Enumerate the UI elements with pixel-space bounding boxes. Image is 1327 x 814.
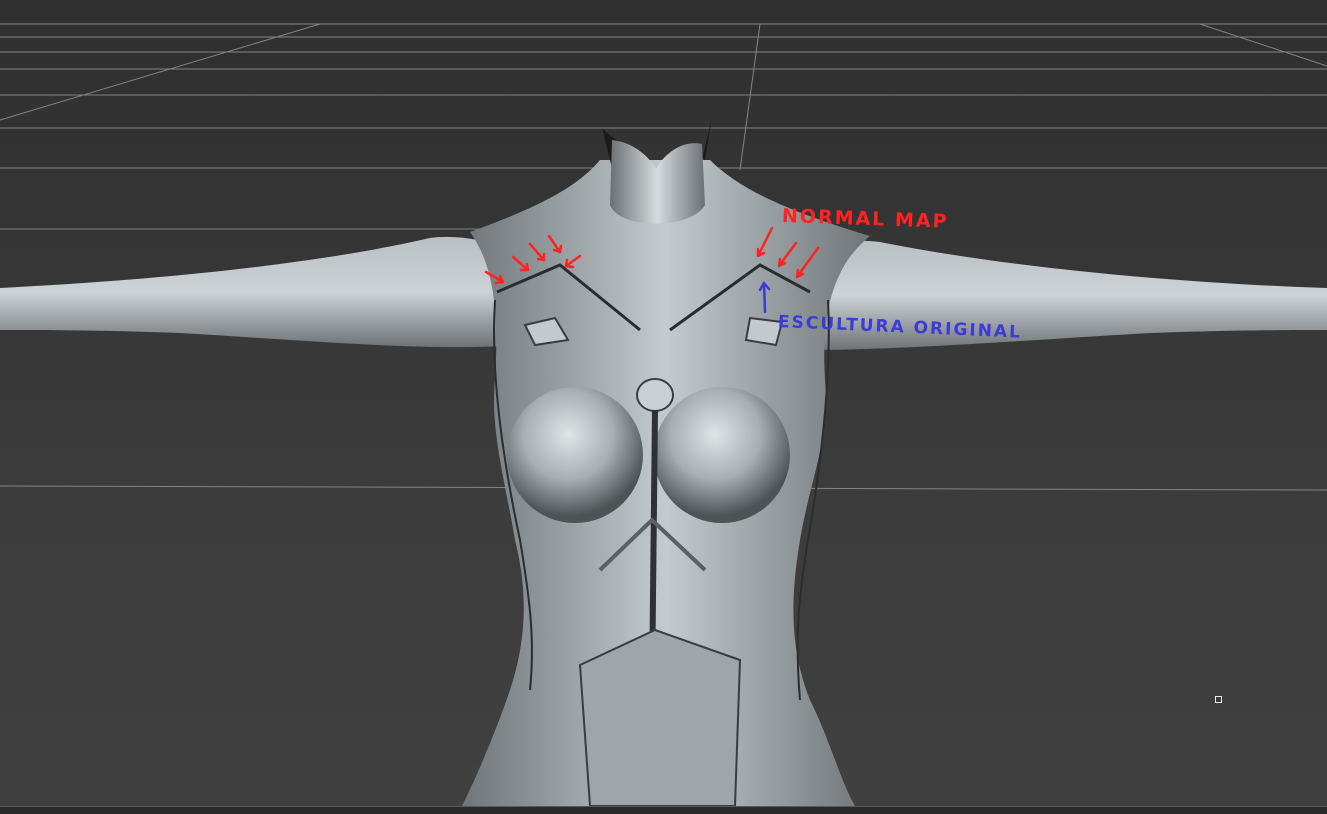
abs-panel	[578, 628, 742, 807]
pivot-handle-icon[interactable]	[1215, 696, 1222, 703]
right-breast	[654, 387, 790, 523]
left-breast	[507, 387, 643, 523]
sternum-knot	[636, 378, 674, 412]
left-arm	[0, 236, 560, 348]
viewport-bottom-bar	[0, 806, 1327, 814]
scene-svg	[0, 23, 1327, 807]
3d-viewport[interactable]: NORMAL MAP ESCULTURA ORIGINAL	[0, 0, 1327, 814]
neck-front	[610, 140, 705, 224]
